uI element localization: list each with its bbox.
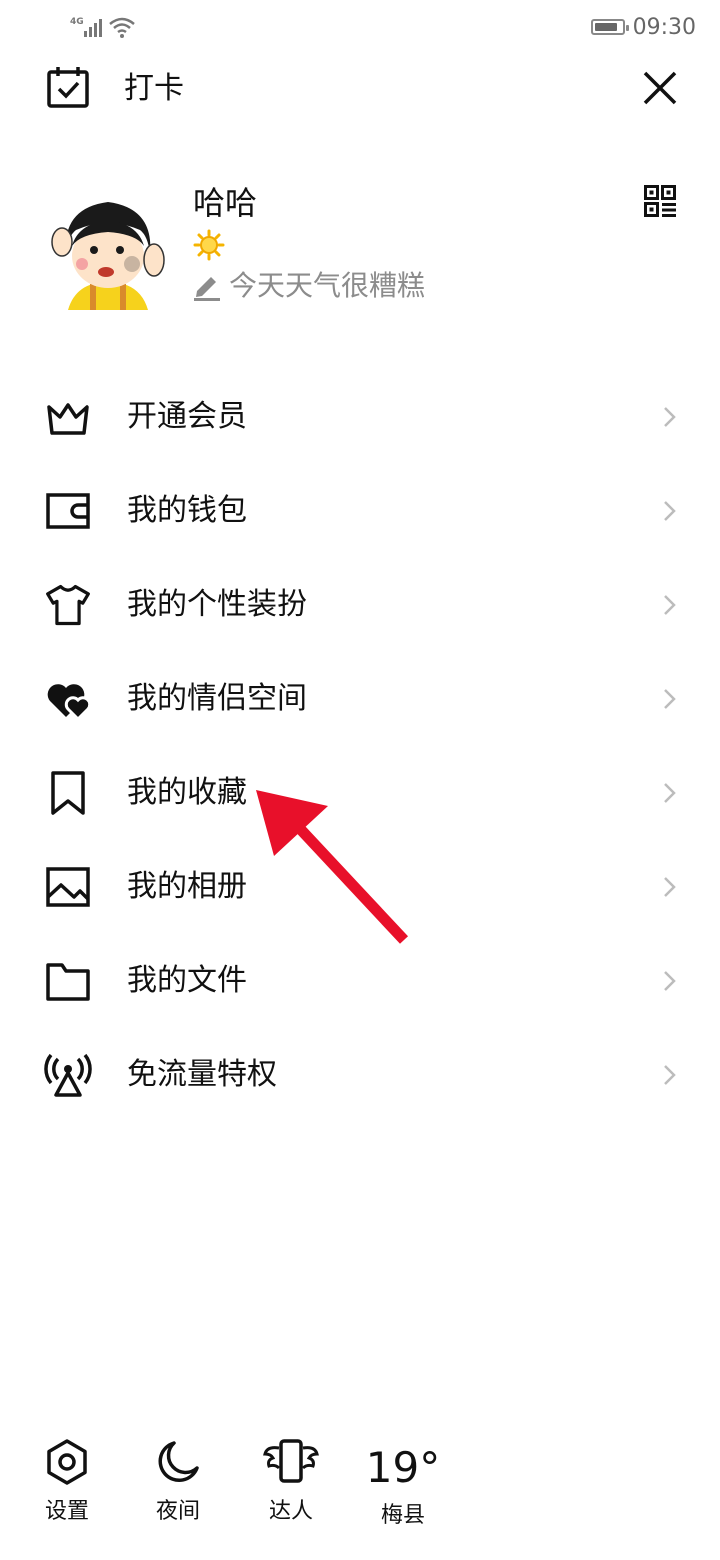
menu-item-label: 我的个性装扮 — [127, 587, 307, 622]
crown-icon — [47, 403, 89, 435]
battery-icon — [590, 19, 629, 35]
menu-item-free-data[interactable]: 免流量特权 — [0, 1028, 720, 1122]
checkin-label[interactable]: 打卡 — [124, 70, 184, 108]
avatar[interactable] — [48, 190, 168, 310]
edit-pencil-icon — [194, 277, 220, 301]
shirt-icon — [46, 584, 90, 626]
chevron-right-icon — [664, 971, 676, 991]
level-sun-icon — [193, 229, 225, 261]
weather-button[interactable]: 19° 梅县 — [358, 1438, 448, 1530]
signal-tower-icon — [44, 1053, 92, 1097]
signature-text: 今天天气很糟糕 — [229, 269, 426, 302]
menu-item-label: 我的文件 — [127, 963, 247, 998]
menu-item-dressup[interactable]: 我的个性装扮 — [0, 558, 720, 652]
image-icon — [46, 867, 90, 907]
night-mode-button[interactable]: 夜间 — [133, 1438, 223, 1526]
qr-code-icon[interactable] — [644, 185, 676, 217]
menu-item-label: 我的相册 — [127, 869, 247, 904]
menu-item-label: 免流量特权 — [127, 1057, 277, 1092]
close-icon[interactable] — [642, 70, 678, 106]
chevron-right-icon — [664, 877, 676, 897]
status-bar-signal: 4G — [70, 14, 140, 40]
annotation-arrow-icon — [256, 790, 409, 944]
chevron-right-icon — [664, 1065, 676, 1085]
signature[interactable]: 今天天气很糟糕 — [193, 268, 425, 304]
chevron-right-icon — [664, 407, 676, 427]
settings-button[interactable]: 设置 — [22, 1438, 112, 1526]
menu-list: 开通会员 我的钱包 我的个性装扮 我的情侣空间 我的收藏 我的相册 我的文件 免… — [0, 370, 720, 1122]
chevron-right-icon — [664, 501, 676, 521]
expert-label: 达人 — [268, 1499, 313, 1524]
signal-wifi-icon: 4G — [70, 17, 135, 38]
nickname: 哈哈 — [193, 184, 258, 222]
folder-icon — [46, 963, 90, 1001]
weather-location: 梅县 — [380, 1503, 425, 1528]
phone-wings-icon — [263, 1439, 319, 1483]
chevron-right-icon — [664, 689, 676, 709]
menu-item-label: 我的情侣空间 — [127, 681, 307, 716]
settings-label: 设置 — [44, 1499, 89, 1524]
calendar-check-icon[interactable] — [46, 66, 92, 110]
expert-button[interactable]: 达人 — [246, 1438, 336, 1526]
night-label: 夜间 — [155, 1499, 200, 1524]
weather-temperature: 19° — [365, 1443, 441, 1492]
bookmark-icon — [51, 771, 85, 815]
menu-item-label: 开通会员 — [127, 399, 247, 434]
menu-item-label: 我的钱包 — [127, 493, 247, 528]
menu-item-wallet[interactable]: 我的钱包 — [0, 464, 720, 558]
menu-item-label: 我的收藏 — [127, 775, 247, 810]
wallet-icon — [46, 493, 90, 529]
settings-hexagon-icon — [47, 1439, 87, 1485]
hearts-icon — [47, 684, 92, 722]
status-bar-right: 09:30 — [590, 10, 696, 44]
status-time: 09:30 — [632, 14, 696, 40]
moon-icon — [158, 1441, 199, 1482]
chevron-right-icon — [664, 783, 676, 803]
menu-item-couple-space[interactable]: 我的情侣空间 — [0, 652, 720, 746]
chevron-right-icon — [664, 595, 676, 615]
svg-text:4G: 4G — [70, 17, 84, 27]
menu-item-vip[interactable]: 开通会员 — [0, 370, 720, 464]
